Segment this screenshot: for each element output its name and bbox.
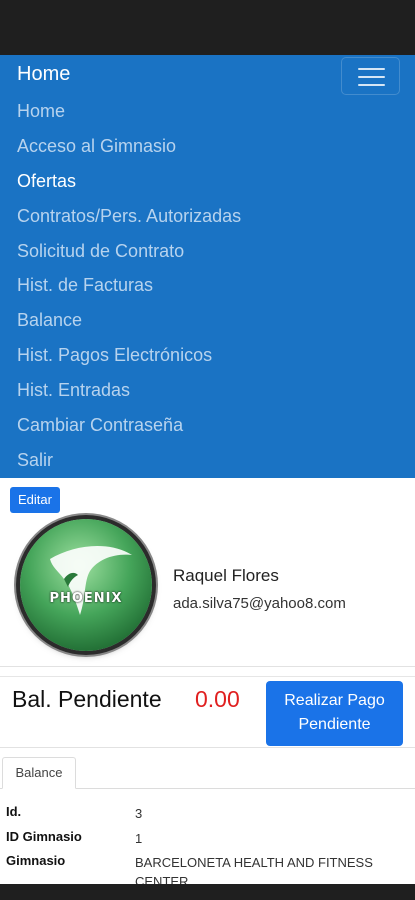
navbar: Home Home Acceso al Gimnasio Ofertas Con… <box>0 55 415 478</box>
nav-item-salir[interactable]: Salir <box>17 448 241 483</box>
nav-item-hist-entradas[interactable]: Hist. Entradas <box>17 378 241 413</box>
detail-value: 1 <box>135 830 143 846</box>
nav-item-ofertas[interactable]: Ofertas <box>17 169 241 204</box>
phoenix-bird-icon <box>50 545 132 615</box>
tab-bar: Balance <box>0 757 415 789</box>
nav-item-hist-pagos[interactable]: Hist. Pagos Electrónicos <box>17 343 241 378</box>
toggler-bar <box>358 76 385 78</box>
detail-key: ID Gimnasio <box>6 828 82 844</box>
balance-card: Bal. Pendiente 0.00 Realizar Pago Pendie… <box>0 676 415 748</box>
pending-balance-label: Bal. Pendiente <box>12 686 162 712</box>
detail-key: Gimnasio <box>6 853 66 868</box>
nav-item-acceso-gimnasio[interactable]: Acceso al Gimnasio <box>17 134 241 169</box>
profile-card: Editar PHOENIX Raquel Flores ada.silva75… <box>0 479 415 667</box>
user-email: ada.silva75@yahoo8.com <box>173 595 346 612</box>
pay-pending-button[interactable]: Realizar Pago Pendiente <box>266 681 403 746</box>
detail-row: Id. 3 <box>0 797 415 822</box>
toggler-bar <box>358 68 385 70</box>
navbar-brand[interactable]: Home <box>17 61 70 87</box>
logo-text: PHOENIX <box>49 591 123 606</box>
toggler-bar <box>358 84 385 86</box>
detail-row: ID Gimnasio 1 <box>0 822 415 847</box>
edit-button[interactable]: Editar <box>10 487 60 513</box>
status-bar <box>0 0 415 55</box>
nav-item-contratos[interactable]: Contratos/Pers. Autorizadas <box>17 204 241 239</box>
nav-menu: Home Acceso al Gimnasio Ofertas Contrato… <box>17 99 241 483</box>
tab-balance[interactable]: Balance <box>2 757 76 789</box>
pay-button-line2: Pendiente <box>298 716 371 733</box>
phoenix-logo: PHOENIX <box>20 519 152 651</box>
system-nav-bar <box>0 884 415 900</box>
nav-item-home[interactable]: Home <box>17 99 241 134</box>
hamburger-menu-icon[interactable] <box>341 57 400 95</box>
nav-item-hist-facturas[interactable]: Hist. de Facturas <box>17 273 241 308</box>
nav-item-solicitud-contrato[interactable]: Solicitud de Contrato <box>17 239 241 274</box>
pending-balance-value: 0.00 <box>195 686 240 712</box>
detail-key: Id. <box>6 804 22 819</box>
balance-details: Id. 3 ID Gimnasio 1 Gimnasio BARCELONETA… <box>0 797 415 889</box>
detail-value: 3 <box>135 806 143 821</box>
nav-item-cambiar-contrasena[interactable]: Cambiar Contraseña <box>17 413 241 448</box>
user-name: Raquel Flores <box>173 566 279 585</box>
detail-row: Gimnasio BARCELONETA HEALTH AND FITNESS … <box>0 846 415 889</box>
pay-button-line1: Realizar Pago <box>284 692 385 709</box>
nav-item-balance[interactable]: Balance <box>17 308 241 343</box>
